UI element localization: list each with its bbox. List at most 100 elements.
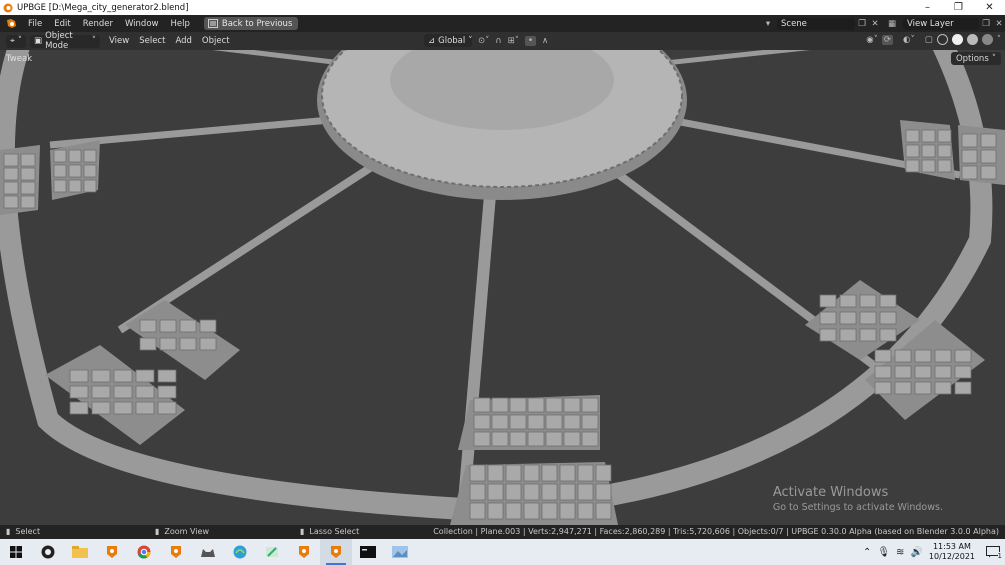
notification-center-button[interactable]: 1 <box>981 539 1005 565</box>
building <box>469 483 486 501</box>
building <box>20 153 36 167</box>
visibility-icon[interactable]: ◉˅ <box>866 35 878 45</box>
taskbar-app-cat[interactable] <box>192 539 224 565</box>
volume-icon[interactable]: 🔊 <box>910 547 922 558</box>
taskbar-upbge-app-active[interactable] <box>320 539 352 565</box>
wifi-icon[interactable]: ≋ <box>896 547 904 558</box>
activate-windows-title: Activate Windows <box>772 485 889 500</box>
building <box>595 502 612 520</box>
building <box>859 294 877 308</box>
object-mode-dropdown[interactable]: ▣ Object Mode ˅ <box>30 31 101 51</box>
menu-select[interactable]: Select <box>134 36 170 46</box>
windows-start-button[interactable] <box>0 539 32 565</box>
menu-object[interactable]: Object <box>197 36 235 46</box>
city-scene[interactable] <box>0 50 1005 525</box>
taskbar-obs-app[interactable] <box>32 539 64 565</box>
snap-target-icon[interactable]: ⊞˅ <box>508 36 519 46</box>
taskbar-file-explorer[interactable] <box>64 539 96 565</box>
gizmo-icon[interactable]: ⟳ <box>881 34 894 45</box>
building <box>954 365 972 379</box>
menu-view[interactable]: View <box>104 36 134 46</box>
remove-view-layer-icon[interactable]: ✕ <box>993 19 1005 29</box>
maximize-button[interactable]: ❐ <box>943 0 974 15</box>
menu-file[interactable]: File <box>22 19 48 29</box>
building <box>980 149 997 164</box>
menu-window[interactable]: Window <box>119 19 165 29</box>
taskbar-paint-app[interactable] <box>256 539 288 565</box>
building <box>3 153 19 167</box>
minimize-button[interactable]: – <box>912 0 943 15</box>
editor-type-dropdown[interactable]: ⌖ ˅ <box>6 34 27 48</box>
status-hint-select: ▮ Select <box>6 527 40 536</box>
xray-icon[interactable]: ▢ <box>925 35 933 45</box>
building <box>905 159 920 173</box>
taskbar-upbge-app-1[interactable] <box>96 539 128 565</box>
taskbar-chrome[interactable] <box>128 539 160 565</box>
taskbar-upbge-app-3[interactable] <box>288 539 320 565</box>
material-shading-icon[interactable] <box>966 34 978 45</box>
fullscreen-icon <box>207 19 218 28</box>
building <box>53 179 67 193</box>
building <box>505 483 522 501</box>
taskbar-upbge-app-2[interactable] <box>160 539 192 565</box>
building <box>135 401 155 415</box>
building <box>914 365 932 379</box>
building <box>505 464 522 482</box>
building <box>179 337 197 351</box>
scene-icon[interactable]: ▾ <box>759 19 777 29</box>
pivot-point-icon[interactable]: ⊙˅ <box>478 36 489 46</box>
view-layer-field[interactable]: View Layer <box>903 17 979 30</box>
building <box>157 369 177 383</box>
activate-windows-watermark: Activate Windows Go to Settings to activ… <box>773 485 943 513</box>
menu-render[interactable]: Render <box>77 19 119 29</box>
building <box>581 397 599 413</box>
building <box>879 294 897 308</box>
clock[interactable]: 11:53 AM 10/12/2021 <box>929 542 975 562</box>
shading-options-icon[interactable]: ˅ <box>997 35 1001 45</box>
upbge-logo-icon[interactable] <box>6 18 17 29</box>
view-layer-icon[interactable]: ▦ <box>881 19 903 29</box>
top-menubar: File Edit Render Window Help Back to Pre… <box>0 15 1005 32</box>
falloff-icon[interactable]: ∧ <box>542 36 548 46</box>
chevron-up-icon[interactable]: ⌃ <box>863 547 871 558</box>
new-scene-icon[interactable]: ❐ <box>855 19 869 29</box>
back-to-previous-button[interactable]: Back to Previous <box>203 17 299 30</box>
menu-edit[interactable]: Edit <box>48 19 76 29</box>
taskbar-photos[interactable] <box>384 539 416 565</box>
building <box>527 414 545 430</box>
scene-field[interactable]: Scene <box>777 17 855 30</box>
taskbar-terminal[interactable] <box>352 539 384 565</box>
notification-count: 1 <box>997 552 1002 560</box>
new-view-layer-icon[interactable]: ❐ <box>979 19 993 29</box>
building <box>559 464 576 482</box>
building <box>139 319 157 333</box>
3d-viewport[interactable]: Tweak Options ˅ Activate Windows Go to S… <box>0 50 1005 525</box>
taskbar-edge[interactable] <box>224 539 256 565</box>
options-label: Options <box>955 53 989 64</box>
overlays-icon[interactable]: ◐˅ <box>903 35 915 45</box>
transform-orientation-dropdown[interactable]: ⊿ Global ˅ <box>424 34 473 47</box>
building <box>473 414 491 430</box>
options-dropdown[interactable]: Options ˅ <box>950 52 1001 65</box>
object-mode-icon: ▣ <box>34 36 43 46</box>
building <box>523 464 540 482</box>
microphone-icon[interactable]: 🎙 <box>877 547 890 558</box>
close-button[interactable]: ✕ <box>974 0 1005 15</box>
building <box>905 129 920 143</box>
solid-shading-icon[interactable] <box>951 34 963 45</box>
snap-icon[interactable]: ∩ <box>495 36 501 46</box>
menu-help[interactable]: Help <box>164 19 195 29</box>
remove-scene-icon[interactable]: ✕ <box>869 19 881 29</box>
proportional-edit-icon[interactable]: • <box>524 35 536 46</box>
building <box>934 349 952 363</box>
wireframe-shading-icon[interactable] <box>936 34 948 45</box>
chevron-down-icon: ˅ <box>468 35 473 46</box>
status-hint-zoom: ▮ Zoom View <box>155 527 209 536</box>
building <box>527 431 545 447</box>
building <box>487 483 504 501</box>
window-titlebar: UPBGE [D:\Mega_city_generator2.blend] – … <box>0 0 1005 15</box>
menu-add[interactable]: Add <box>170 36 196 46</box>
building <box>469 464 486 482</box>
building <box>199 319 217 333</box>
rendered-shading-icon[interactable] <box>981 34 993 45</box>
